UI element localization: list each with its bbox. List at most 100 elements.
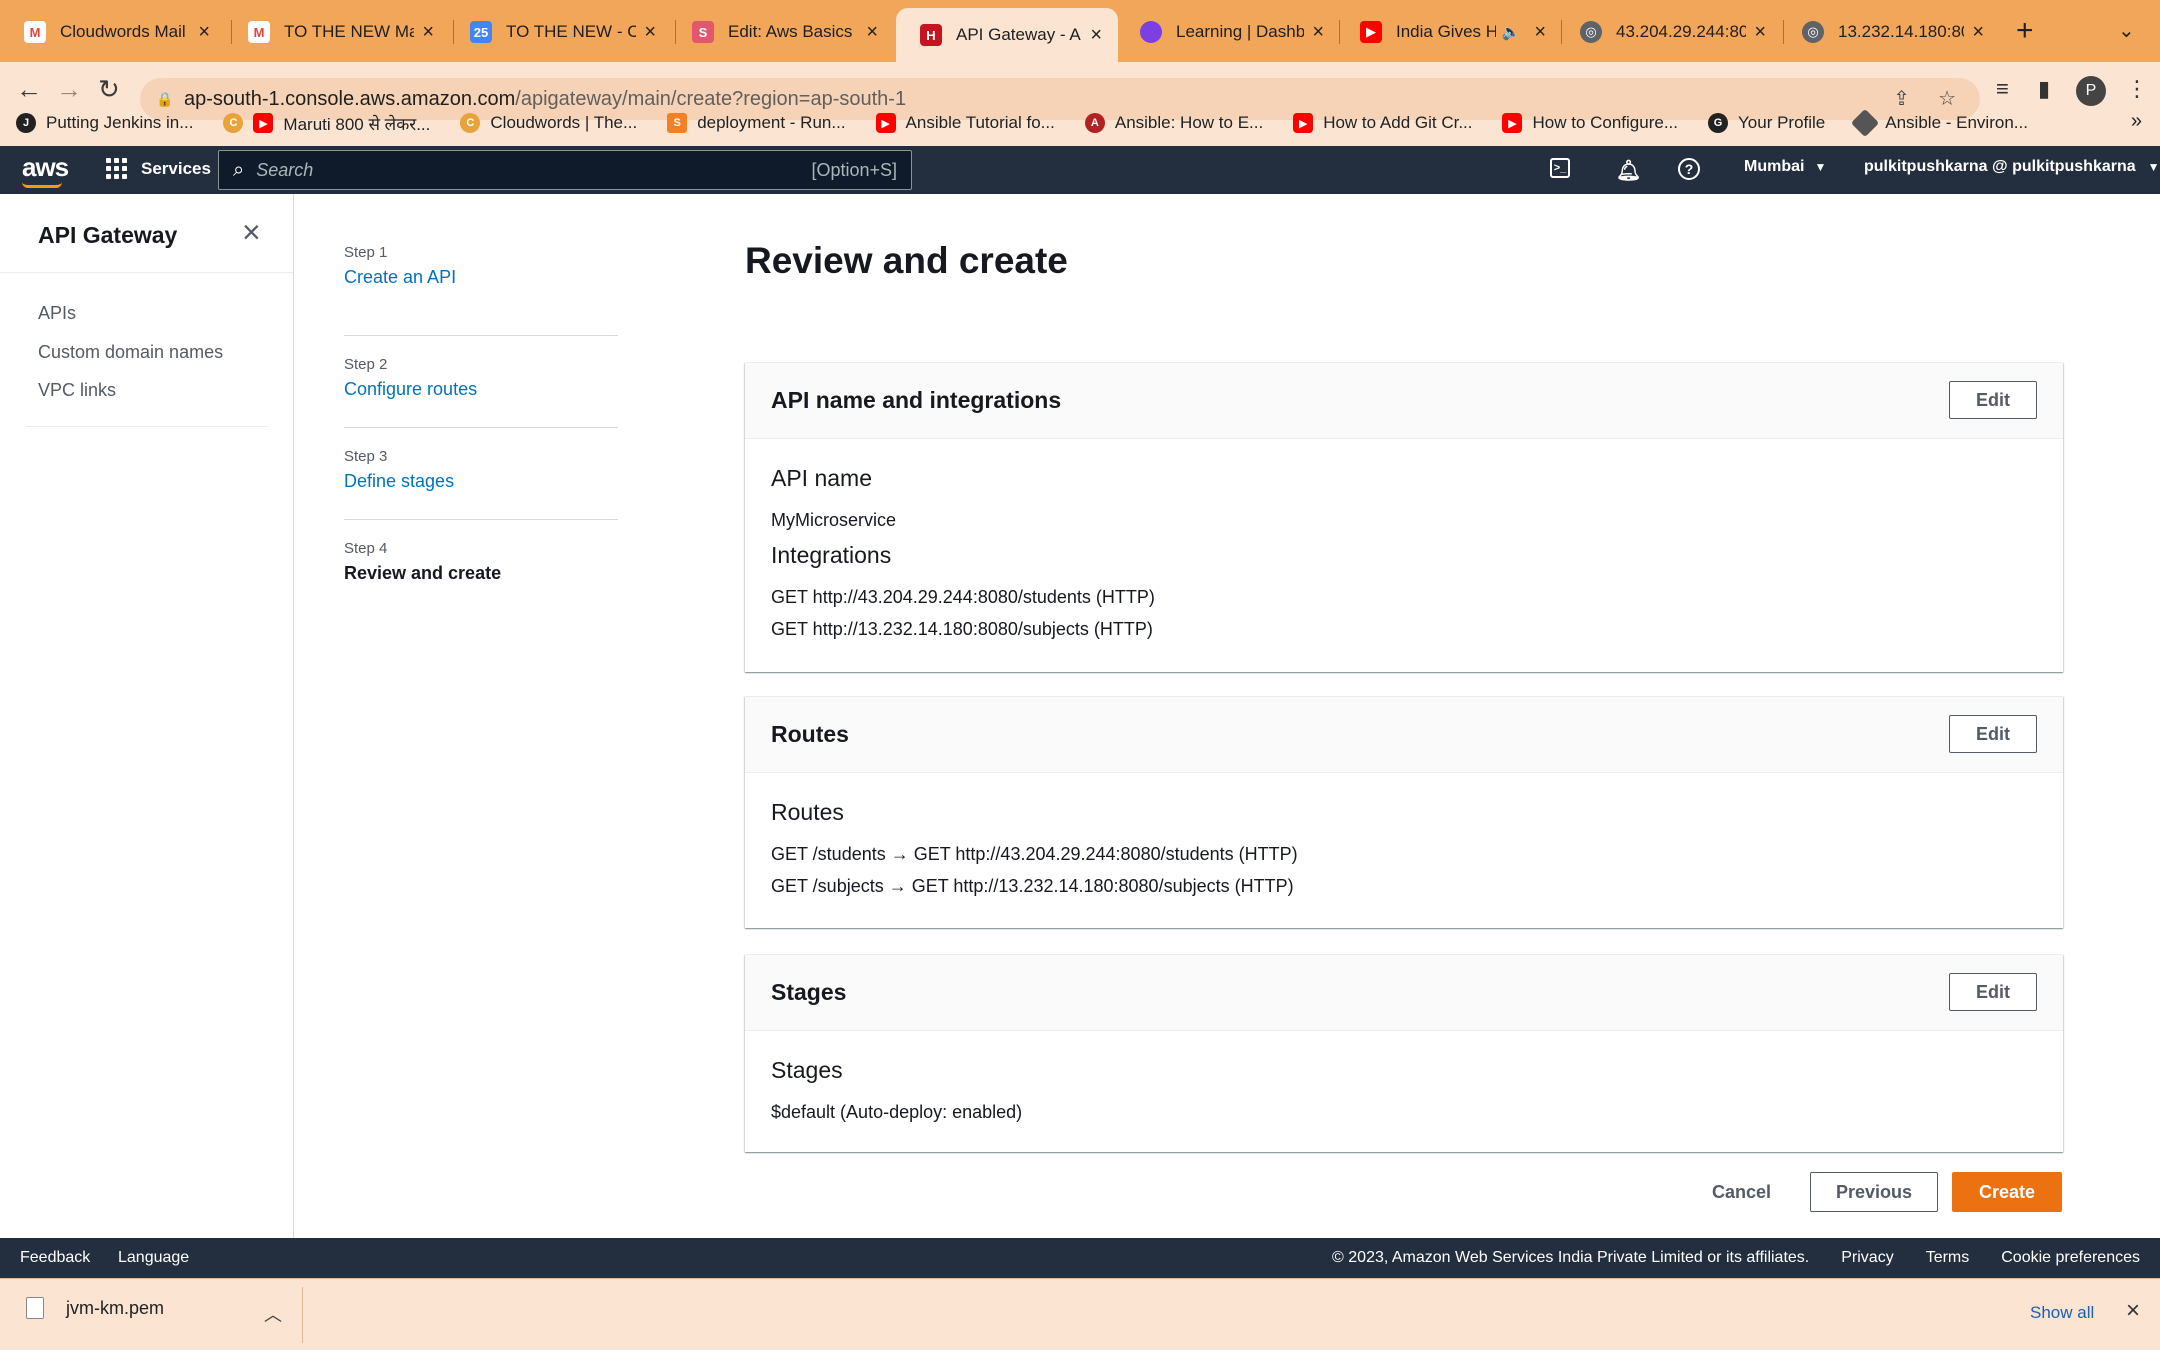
aws-console-header: aws Services ⌕ Search [Option+S] >_ 🔔︎ ?… [0,146,2160,194]
close-icon[interactable]: × [1754,21,1766,44]
side-panel-icon[interactable]: ▮ [2038,76,2050,102]
bookmark-item[interactable]: ▶ How to Add Git Cr... [1293,113,1472,133]
step-link-create-api[interactable]: Create an API [344,267,618,288]
cookie-preferences-link[interactable]: Cookie preferences [2001,1249,2140,1267]
route-item: GET /subjects → GET http://13.232.14.180… [771,876,1294,896]
forward-arrow-icon[interactable]: → [56,74,82,105]
browser-tab-5-active[interactable]: H API Gateway - APIs × [896,8,1118,62]
bookmark-item[interactable]: C Cloudwords | The... [460,113,637,133]
step-number: Step 2 [344,356,388,373]
file-icon [26,1297,44,1319]
browser-tab-3[interactable]: 25 TO THE NEW - Cal × [446,10,672,54]
bookmarks-overflow-icon[interactable]: » [2131,110,2142,133]
language-link[interactable]: Language [118,1249,189,1267]
step-link-define-stages[interactable]: Define stages [344,471,618,492]
new-tab-button[interactable]: + [2016,14,2034,48]
close-icon[interactable]: × [1312,21,1324,44]
reading-list-icon[interactable]: ≡ [1996,76,2009,102]
close-icon[interactable]: × [2126,1297,2140,1325]
bookmark-item[interactable]: S deployment - Run... [667,113,846,133]
bookmark-label: How to Configure... [1532,113,1678,132]
aws-logo[interactable]: aws [22,152,69,183]
close-icon[interactable]: × [242,214,261,251]
aws-search-input[interactable]: ⌕ Search [Option+S] [218,150,912,190]
account-menu[interactable]: pulkitpushkarna @ pulkitpushkarna ▼ [1864,158,2160,176]
bookmark-item[interactable]: J Putting Jenkins in... [16,113,193,133]
edit-stages-button[interactable]: Edit [1949,973,2037,1011]
profile-avatar[interactable]: P [2076,76,2106,106]
edit-routes-button[interactable]: Edit [1949,715,2037,753]
step-number: Step 4 [344,540,388,557]
step-link-configure-routes[interactable]: Configure routes [344,379,618,400]
youtube-icon: ▶ [875,113,896,133]
services-menu-button[interactable]: Services [106,158,211,179]
help-icon[interactable]: ? [1678,158,1700,180]
browser-tab-strip: M Cloudwords Mail × M TO THE NEW Mail × … [0,0,2160,62]
bookmark-label: Ansible - Environ... [1885,113,2028,132]
browser-tab-8[interactable]: ◎ 43.204.29.244:80 × [1556,10,1782,54]
sidenav-title[interactable]: API Gateway [38,222,177,249]
api-gateway-icon: H [920,24,942,46]
browser-tab-9[interactable]: ◎ 13.232.14.180:808 × [1778,10,2000,54]
wizard-step-3: Step 3 Define stages [344,428,618,520]
cancel-button[interactable]: Cancel [1712,1182,1771,1203]
speaker-icon[interactable]: 🔈 [1502,23,1521,41]
step-current-label: Review and create [344,563,502,583]
wizard-step-1: Step 1 Create an API [344,244,618,336]
bookmark-label: Putting Jenkins in... [46,113,194,132]
step-number: Step 1 [344,244,388,261]
search-shortcut: [Option+S] [811,159,897,180]
sidebar-item-vpc-links[interactable]: VPC links [38,371,223,410]
tab-search-chevron-icon[interactable]: ⌄ [2118,18,2135,43]
close-icon[interactable]: × [1090,24,1102,47]
stages-panel: Stages Edit Stages $default (Auto-deploy… [745,954,2063,1152]
browser-tab-2[interactable]: M TO THE NEW Mail × [224,10,450,54]
previous-button[interactable]: Previous [1810,1172,1938,1212]
browser-tab-6[interactable]: Learning | Dashbo × [1116,10,1340,54]
show-all-button[interactable]: Show all [2030,1303,2094,1323]
cloudwords-icon: C [223,113,244,133]
side-navigation: API Gateway × APIs Custom domain names V… [0,194,294,1238]
edit-api-button[interactable]: Edit [1949,381,2037,419]
bookmark-item[interactable]: Ansible - Environ... [1851,108,2028,138]
cloudshell-icon[interactable]: >_ [1550,158,1570,178]
back-arrow-icon[interactable]: ← [16,74,42,105]
close-icon[interactable]: × [644,21,656,44]
browser-tab-4[interactable]: S Edit: Aws Basics × [668,10,894,54]
sidebar-item-apis[interactable]: APIs [38,294,223,333]
kebab-menu-icon[interactable]: ⋮ [2126,76,2148,102]
page-title: Review and create [745,240,1068,281]
bookmark-item[interactable]: ▶ Ansible Tutorial fo... [875,113,1055,133]
routes-panel: Routes Edit Routes GET /students → GET h… [745,696,2063,928]
feedback-link[interactable]: Feedback [20,1249,90,1267]
bookmark-item[interactable]: C ▶ Maruti 800 से लेकर... [223,112,430,135]
bookmark-item[interactable]: A Ansible: How to E... [1084,113,1263,133]
close-icon[interactable]: × [198,21,210,44]
s-icon: S [692,21,714,43]
terms-link[interactable]: Terms [1926,1249,1970,1267]
create-button[interactable]: Create [1952,1172,2062,1212]
sidebar-item-custom-domain-names[interactable]: Custom domain names [38,333,223,372]
panel-body: Stages $default (Auto-deploy: enabled) [745,1031,2063,1152]
services-label: Services [141,158,211,178]
bookmark-item[interactable]: ▶ How to Configure... [1502,113,1678,133]
close-icon[interactable]: × [1534,21,1546,44]
close-icon[interactable]: × [1972,21,1984,44]
notifications-bell-icon[interactable]: 🔔︎ [1616,158,1641,183]
bookmark-item[interactable]: G Your Profile [1708,113,1825,133]
tab-title: Edit: Aws Basics [728,22,853,41]
browser-tab-1[interactable]: M Cloudwords Mail × [0,10,226,54]
close-icon[interactable]: × [422,21,434,44]
download-item[interactable]: jvm-km.pem [26,1297,164,1319]
browser-tab-7[interactable]: ▶ India Gives Hop 🔈 × [1336,10,1562,54]
panel-header: API name and integrations Edit [745,363,2063,439]
privacy-link[interactable]: Privacy [1841,1249,1893,1267]
panel-header: Stages Edit [745,955,2063,1031]
caret-down-icon: ▼ [1814,160,1827,174]
gmail-icon: M [248,21,270,43]
bookmark-label: Your Profile [1738,113,1826,132]
close-icon[interactable]: × [866,21,878,44]
region-selector[interactable]: Mumbai ▼ [1744,158,1826,176]
reload-icon[interactable]: ↻ [98,74,120,105]
chevron-up-icon[interactable]: ︿ [264,1301,282,1327]
